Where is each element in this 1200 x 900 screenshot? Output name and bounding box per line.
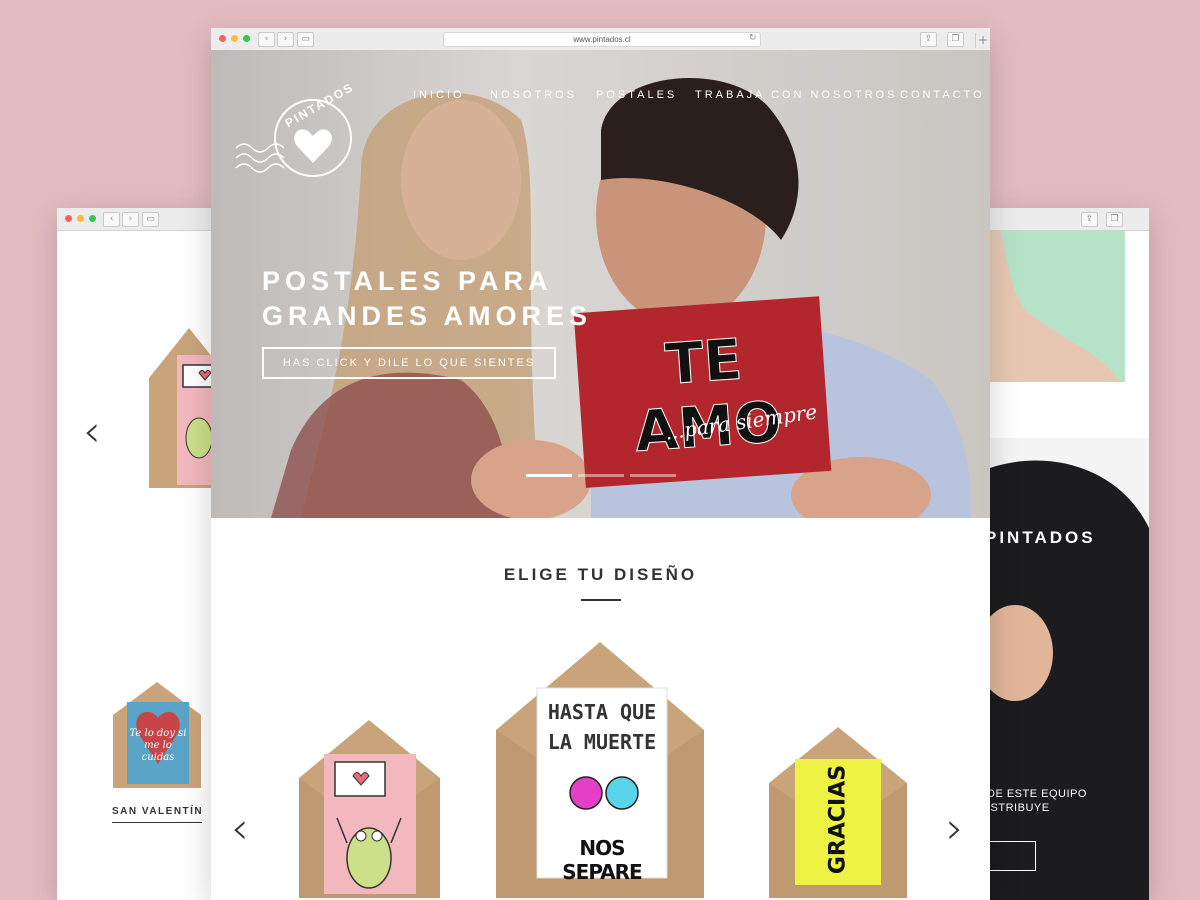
browser-chrome: ‹ › ▭ www.pintados.cl ↻ ⇪ ❐ +	[211, 28, 990, 51]
hero-title-line2: GRANDES AMORES	[262, 301, 593, 331]
section-underline	[581, 599, 621, 601]
back-icon[interactable]: ‹	[103, 212, 120, 227]
san-valentin-label[interactable]: SAN VALENTÍN	[112, 806, 203, 817]
forward-icon[interactable]: ›	[122, 212, 139, 227]
close-dot[interactable]	[65, 215, 72, 222]
hero-cta-label: HAS CLICK Y DILE LO QUE SIENTES	[282, 357, 536, 369]
nav-item-postales[interactable]: POSTALES	[596, 89, 677, 101]
nav-item-inicio[interactable]: INICIO	[413, 89, 465, 101]
slide-indicator-2[interactable]	[578, 474, 624, 477]
nav-item-trabaja[interactable]: TRABAJA CON NOSOTROS	[695, 89, 897, 101]
chevron-left-icon[interactable]: ‹	[231, 803, 249, 854]
main-nav: INICIO NOSOTROS POSTALES TRABAJA CON NOS…	[413, 89, 982, 105]
team-body-line1: DE ESTE EQUIPO	[987, 788, 1087, 800]
tabs-icon[interactable]: ❐	[947, 32, 964, 47]
back-icon[interactable]: ‹	[258, 32, 275, 47]
design-card-gracias[interactable]: GRACIAS	[767, 725, 909, 900]
maximize-dot[interactable]	[89, 215, 96, 222]
address-bar[interactable]: www.pintados.cl	[443, 32, 761, 47]
team-heading: PINTADOS	[985, 528, 1096, 547]
new-tab-button[interactable]: +	[975, 33, 990, 48]
minimize-dot[interactable]	[231, 35, 238, 42]
close-dot[interactable]	[219, 35, 226, 42]
minimize-dot[interactable]	[77, 215, 84, 222]
label-underline	[112, 822, 202, 823]
design-2-text-mid: LA MUERTE	[547, 730, 657, 754]
pintados-logo[interactable]: PINTADOS	[231, 80, 361, 188]
maximize-dot[interactable]	[243, 35, 250, 42]
forward-icon[interactable]: ›	[277, 32, 294, 47]
sidebar-icon[interactable]: ▭	[297, 32, 314, 47]
design-2-text-top: HASTA QUE	[547, 700, 657, 724]
nav-item-contacto[interactable]: CONTACTO	[900, 89, 985, 101]
team-body-line2: ISTRIBUYE	[987, 802, 1050, 814]
share-icon[interactable]: ⇪	[1081, 212, 1098, 227]
design-3-text: GRACIAS	[825, 764, 851, 875]
browser-chrome: ‹ › ▭	[57, 208, 217, 231]
chevron-right-icon[interactable]: ›	[946, 803, 964, 854]
reload-icon[interactable]: ↻	[749, 33, 757, 43]
browser-chrome: ⇪ ❐	[985, 208, 1149, 231]
team-button[interactable]	[985, 841, 1036, 871]
hero-cta-button[interactable]: HAS CLICK Y DILE LO QUE SIENTES	[262, 347, 556, 379]
share-icon[interactable]: ⇪	[920, 32, 937, 47]
san-valentin-envelope[interactable]: Te lo doy si me lo cuidas	[111, 680, 203, 790]
hero-title-line1: POSTALES PARA	[262, 266, 553, 296]
slide-indicator-1[interactable]	[526, 474, 572, 477]
san-valentin-card-text: Te lo doy si me lo cuidas	[129, 728, 187, 763]
envelope-card[interactable]	[149, 323, 217, 493]
chevron-left-icon[interactable]: ‹	[83, 406, 101, 457]
design-card-frog[interactable]	[297, 718, 442, 900]
design-card-hasta-que[interactable]: HASTA QUE LA MUERTE NOS SEPARE	[494, 640, 706, 900]
right-browser-window: ⇪ ❐ PINTADOS DE ESTE EQUIPO ISTRIBUYE	[985, 208, 1149, 900]
design-2-text-bottom: NOS SEPARE	[562, 836, 642, 884]
hero-card-text: TE AMO	[632, 327, 784, 465]
slide-indicator-3[interactable]	[630, 474, 676, 477]
main-browser-window: ‹ › ▭ www.pintados.cl ↻ ⇪ ❐ + TE AMO ...…	[211, 28, 990, 900]
tabs-icon[interactable]: ❐	[1106, 212, 1123, 227]
nav-item-nosotros[interactable]: NOSOTROS	[490, 89, 577, 101]
section-title: ELIGE TU DISEÑO	[503, 565, 698, 584]
sidebar-icon[interactable]: ▭	[142, 212, 159, 227]
slider-indicators	[526, 474, 676, 477]
mint-photo	[990, 230, 1125, 382]
team-photo	[985, 438, 1149, 900]
left-browser-window: ‹ › ▭ ‹ Te lo doy si me lo cuidas SAN VAL…	[57, 208, 217, 900]
